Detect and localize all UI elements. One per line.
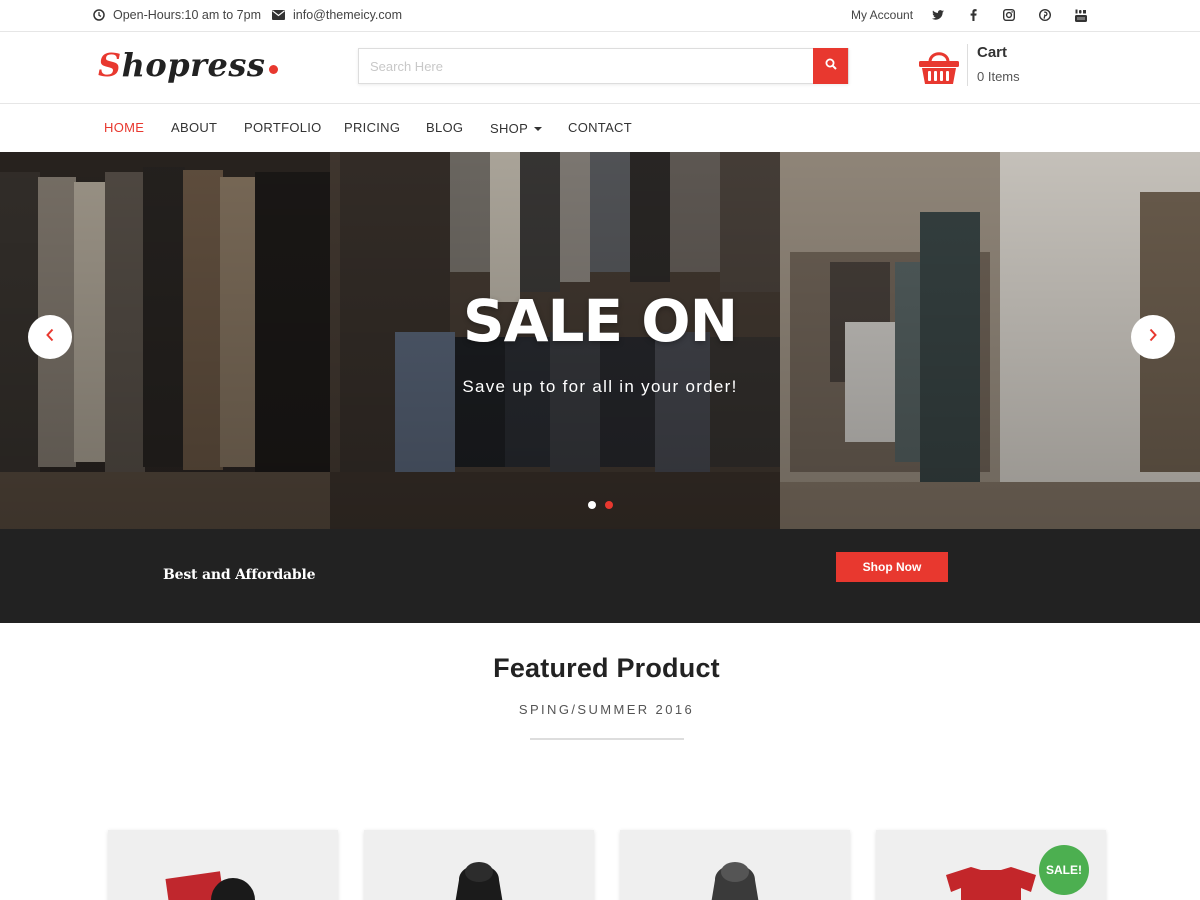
opening-hours: Open-Hours:10 am to 7pm [92, 8, 261, 22]
envelope-icon [272, 9, 285, 22]
product-card[interactable] [364, 830, 594, 900]
hero-slider: SALE ON Save up to for all in your order… [0, 152, 1200, 529]
contact-email-text: info@themeicy.com [293, 8, 403, 22]
product-card[interactable] [108, 830, 338, 900]
promo-text: Best and Affordable [163, 567, 316, 583]
chevron-right-icon [1148, 328, 1158, 347]
nav-item-pricing[interactable]: PRICING [344, 120, 400, 135]
youtube-icon[interactable] [1073, 6, 1089, 24]
logo-dot [269, 65, 279, 74]
product-image-hoodie-gray [711, 862, 759, 900]
product-image-record [165, 871, 255, 900]
nav-item-contact[interactable]: CONTACT [568, 120, 632, 135]
slider-dot-2[interactable] [605, 501, 613, 509]
chevron-left-icon [45, 328, 55, 347]
caret-down-icon [534, 127, 543, 131]
opening-hours-text: Open-Hours:10 am to 7pm [113, 8, 261, 22]
my-account-link[interactable]: My Account [851, 8, 913, 22]
nav-item-portfolio[interactable]: PORTFOLIO [244, 120, 322, 135]
featured-subtitle: SPING/SUMMER 2016 [518, 702, 695, 717]
slider-pagination [588, 501, 613, 509]
shopping-basket-icon[interactable] [918, 47, 960, 87]
cart-title[interactable]: Cart [977, 44, 1007, 61]
clock-icon [92, 9, 105, 22]
slider-prev-button[interactable] [28, 315, 72, 359]
nav-item-about[interactable]: ABOUT [171, 120, 217, 135]
sale-badge: SALE! [1039, 845, 1089, 895]
promo-band: Best and Affordable Shop Now [0, 529, 1200, 623]
site-header: Shopress Cart 0 Items [0, 32, 1200, 104]
site-logo[interactable]: Shopress [98, 46, 279, 84]
pinterest-icon[interactable] [1037, 6, 1053, 24]
top-bar: Open-Hours:10 am to 7pm info@themeicy.co… [0, 0, 1200, 32]
search-bar [358, 48, 849, 84]
nav-item-shop[interactable]: SHOP [490, 121, 528, 136]
contact-email[interactable]: info@themeicy.com [272, 8, 402, 22]
search-button[interactable] [813, 48, 848, 84]
cart-divider [967, 44, 968, 86]
slider-next-button[interactable] [1131, 315, 1175, 359]
twitter-icon[interactable] [930, 6, 946, 24]
cart-item-count: 0 Items [977, 69, 1020, 84]
hero-title: SALE ON [462, 287, 738, 355]
hero-subtitle: Save up to for all in your order! [462, 377, 738, 396]
featured-divider [530, 738, 684, 740]
nav-item-shop-wrap[interactable]: SHOP [490, 120, 543, 138]
main-nav: HOME ABOUT PORTFOLIO PRICING BLOG SHOP C… [0, 104, 1200, 152]
search-input[interactable] [359, 49, 815, 83]
nav-item-home[interactable]: HOME [104, 120, 144, 135]
shop-now-button[interactable]: Shop Now [836, 552, 948, 582]
instagram-icon[interactable] [1001, 6, 1017, 24]
featured-title: Featured Product [493, 653, 720, 683]
search-icon [825, 57, 837, 75]
facebook-icon[interactable] [965, 6, 981, 24]
product-card[interactable] [620, 830, 850, 900]
slider-dot-1[interactable] [588, 501, 596, 509]
nav-item-blog[interactable]: BLOG [426, 120, 463, 135]
product-image-hoodie [455, 862, 503, 900]
